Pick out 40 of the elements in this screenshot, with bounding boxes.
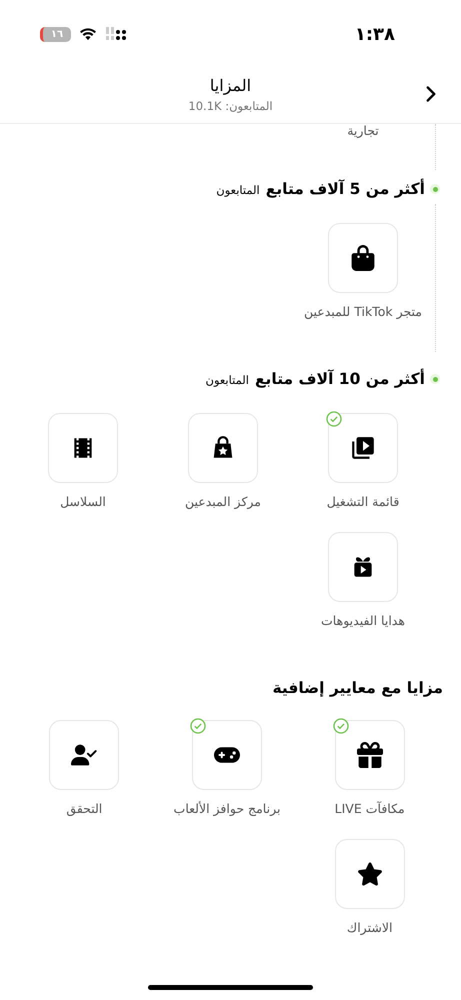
feature-label: مكافآت LIVE — [334, 800, 405, 818]
wifi-icon — [79, 28, 97, 40]
timeline-dot — [430, 374, 440, 384]
page-title: المزايا — [210, 75, 252, 97]
feature-label: برنامج حوافز الألعاب — [174, 800, 280, 818]
signal-icon — [105, 27, 127, 41]
feature-tile[interactable] — [49, 720, 120, 790]
status-time: ١:٣٨ — [354, 22, 395, 46]
feature-tile[interactable] — [334, 720, 405, 790]
star-icon — [356, 860, 383, 887]
feature-label: الاشتراك — [346, 918, 392, 937]
feature-tile[interactable] — [192, 720, 262, 790]
feature-tile[interactable] — [188, 413, 258, 484]
feature-label: قائمة التشغيل — [326, 493, 400, 512]
section-suffix: المتابعون — [206, 372, 249, 389]
feature-tile[interactable] — [48, 413, 118, 484]
follower-count: المتابعون: 10.1K — [188, 98, 273, 115]
section-suffix: المتابعون — [216, 182, 260, 199]
check-icon — [326, 411, 342, 428]
check-icon — [332, 718, 349, 734]
shopping-bag-icon — [350, 245, 376, 272]
feature-label: تجارية — [346, 122, 380, 140]
feature-label: متجر TikTok للمبدعين — [304, 303, 422, 322]
feature-tile[interactable] — [328, 413, 398, 484]
gift-icon — [356, 742, 383, 768]
feature-label: هدايا الفيديوهات — [321, 612, 405, 630]
feature-tile[interactable] — [328, 532, 398, 602]
feature-tile[interactable] — [334, 838, 405, 909]
section-title: أكثر من 10 آلاف متابع — [254, 368, 425, 390]
timeline-dot — [430, 184, 440, 194]
feature-label: السلاسل — [60, 493, 106, 512]
video-library-icon — [350, 435, 376, 462]
feature-label: مركز المبدعين — [185, 493, 262, 512]
battery-icon: ١٦ — [40, 26, 71, 42]
feature-label: التحقق — [66, 800, 102, 818]
check-icon — [190, 718, 206, 734]
user-check-icon — [71, 742, 98, 768]
section-title: مزايا مع معايير إضافية — [272, 678, 443, 699]
feature-tile[interactable] — [328, 223, 398, 294]
section-title: أكثر من 5 آلاف متابع — [266, 178, 425, 200]
